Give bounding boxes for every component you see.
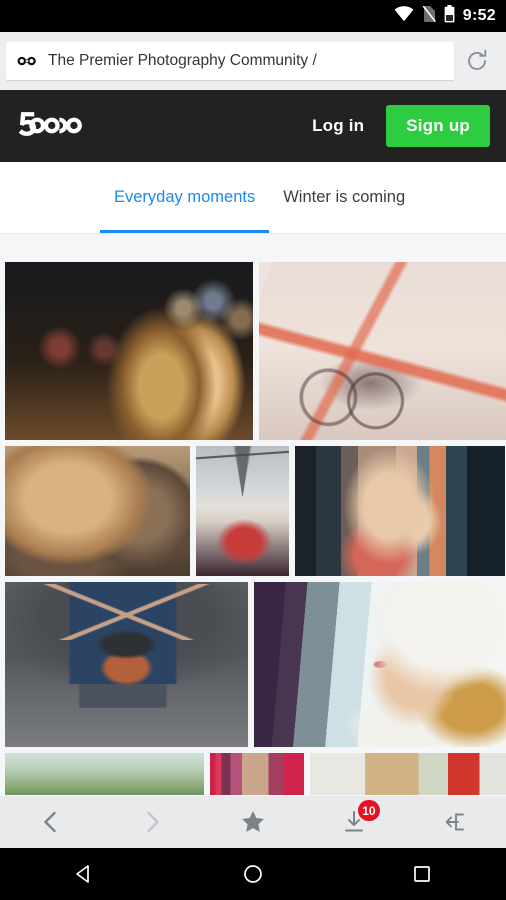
photo-tile-dog-and-cat[interactable]	[5, 446, 190, 576]
exit-icon	[442, 809, 468, 835]
phone-screen: 9:52 The Premier Photography Community /	[0, 0, 506, 900]
status-bar-clock: 9:52	[463, 8, 496, 24]
tab-winter-is-coming[interactable]: Winter is coming	[269, 162, 419, 233]
back-button[interactable]	[0, 796, 101, 848]
gallery-row	[5, 262, 501, 440]
500px-logo[interactable]	[16, 111, 82, 142]
reload-icon	[464, 48, 490, 74]
photo-gallery	[0, 234, 506, 796]
browser-bottom-toolbar: 10	[0, 796, 506, 848]
url-input[interactable]: The Premier Photography Community /	[6, 42, 454, 80]
photo-tile-girl-window[interactable]	[295, 446, 505, 576]
gallery-row	[5, 446, 501, 576]
site-header: Log in Sign up	[0, 90, 506, 162]
chevron-left-icon	[38, 809, 64, 835]
signup-button[interactable]: Sign up	[386, 105, 490, 147]
downloads-button[interactable]: 10	[304, 796, 405, 848]
url-text: The Premier Photography Community /	[48, 52, 317, 70]
wifi-icon	[394, 6, 414, 27]
500px-favicon-icon	[16, 52, 38, 70]
gallery-row	[5, 753, 501, 795]
photo-tile-woman-snow[interactable]	[254, 582, 506, 747]
downloads-badge: 10	[358, 800, 379, 821]
circle-home-icon	[241, 862, 265, 886]
photo-tile-phone-booth[interactable]	[210, 753, 304, 795]
chevron-right-icon	[139, 809, 165, 835]
android-home-button[interactable]	[169, 862, 338, 886]
header-actions: Log in Sign up	[312, 105, 490, 147]
gallery-row	[5, 582, 501, 747]
exit-button[interactable]	[405, 796, 506, 848]
photo-tile-bicycle-snow[interactable]	[259, 262, 506, 440]
android-recents-button[interactable]	[337, 862, 506, 886]
login-link[interactable]: Log in	[312, 116, 364, 136]
square-recents-icon	[410, 862, 434, 886]
android-status-bar: 9:52	[0, 0, 506, 32]
tab-everyday-moments[interactable]: Everyday moments	[100, 162, 269, 233]
photo-tile-forest[interactable]	[5, 753, 204, 795]
android-nav-bar	[0, 848, 506, 900]
android-back-button[interactable]	[0, 862, 169, 886]
photo-tile-bread-flowers[interactable]	[310, 753, 506, 795]
forward-button[interactable]	[101, 796, 202, 848]
no-sim-card-icon	[422, 5, 436, 28]
bookmarks-button[interactable]	[202, 796, 303, 848]
category-tabs: Everyday moments Winter is coming	[0, 162, 506, 234]
browser-url-bar: The Premier Photography Community /	[0, 32, 506, 90]
reload-button[interactable]	[454, 38, 500, 84]
triangle-back-icon	[72, 862, 96, 886]
photo-tile-child-camera[interactable]	[5, 582, 248, 747]
star-icon	[240, 809, 266, 835]
battery-icon	[444, 5, 455, 28]
photo-tile-coffee-jars[interactable]	[5, 262, 253, 440]
photo-tile-eiffel-tower[interactable]	[196, 446, 289, 576]
